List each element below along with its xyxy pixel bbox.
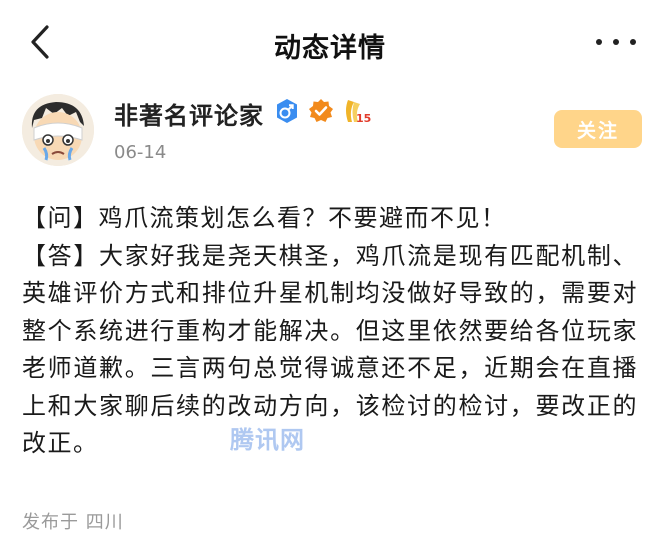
avatar[interactable] xyxy=(22,94,94,166)
level-badge-icon: 15 xyxy=(342,98,374,124)
follow-button[interactable]: 关注 xyxy=(554,110,642,148)
post-content: 【问】鸡爪流策划怎么看？不要避而不见！ 【答】大家好我是尧天棋圣，鸡爪流是现有匹… xyxy=(22,200,638,463)
verified-badge-icon xyxy=(308,98,334,124)
post-date: 06-14 xyxy=(114,142,167,163)
level-badge-text: 15 xyxy=(356,112,371,124)
question-paragraph: 【问】鸡爪流策划怎么看？不要避而不见！ xyxy=(22,204,507,232)
more-horizontal-icon xyxy=(596,39,602,45)
badge-row: 15 xyxy=(274,98,382,124)
avatar-image xyxy=(22,94,94,166)
page-title: 动态详情 xyxy=(274,33,386,64)
male-gender-icon xyxy=(274,98,300,124)
post-location: 发布于 四川 xyxy=(22,512,124,533)
nav-bar: 动态详情 xyxy=(0,0,660,84)
author-header: 非著名评论家 15 06-14 关注 xyxy=(22,92,642,172)
author-name[interactable]: 非著名评论家 xyxy=(114,96,264,131)
more-button[interactable] xyxy=(596,30,636,54)
answer-paragraph: 【答】大家好我是尧天棋圣，鸡爪流是现有匹配机制、英雄评价方式和排位升星机制均没做… xyxy=(22,241,638,458)
